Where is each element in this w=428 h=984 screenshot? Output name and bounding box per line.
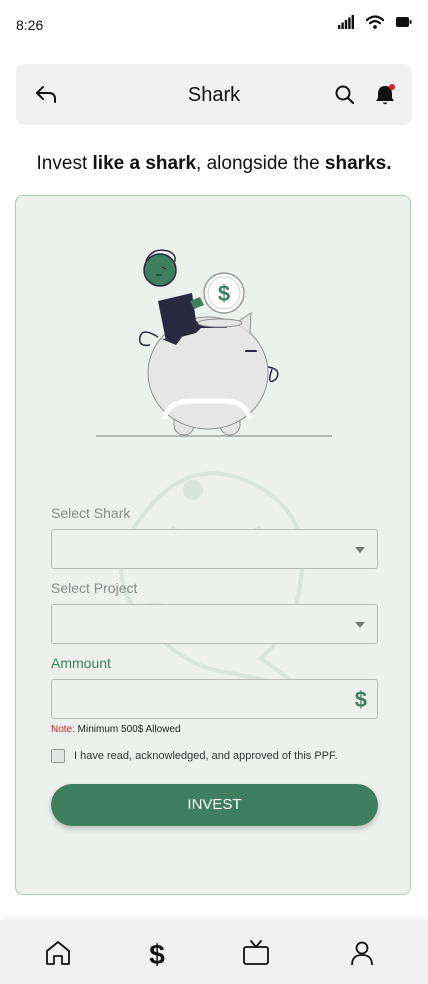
svg-text:$: $: [218, 281, 230, 306]
select-project-dropdown[interactable]: [51, 604, 378, 644]
agreement-row[interactable]: I have read, acknowledged, and approved …: [51, 747, 338, 765]
select-shark-label: Select Shark: [51, 505, 131, 521]
invest-button[interactable]: INVEST: [51, 784, 378, 826]
battery-icon: [396, 17, 412, 27]
agreement-text: I have read, acknowledged, and approved …: [74, 750, 338, 762]
status-time: 8:26: [16, 17, 44, 33]
select-project-label: Select Project: [51, 580, 138, 596]
nav-home[interactable]: [43, 938, 73, 968]
investor-piggy-bank-illustration: $: [96, 249, 332, 437]
dollar-icon: $: [149, 939, 165, 970]
search-icon: [335, 85, 354, 104]
minimum-note: Note: Minimum 500$ Allowed: [51, 724, 181, 735]
nav-invest[interactable]: $: [142, 938, 172, 970]
tagline-part-3: , alongside the: [196, 153, 325, 174]
invest-card: $ Select Shark Select Project Ammount $ …: [15, 195, 411, 895]
amount-label: Ammount: [51, 655, 111, 671]
profile-icon: [351, 941, 373, 966]
bell-icon: [376, 84, 395, 105]
amount-input[interactable]: [52, 680, 356, 718]
tagline-emphasis-2: sharks.: [324, 153, 392, 174]
nav-profile[interactable]: [347, 938, 377, 968]
status-bar: 8:26: [0, 0, 428, 50]
note-tag: Note:: [51, 724, 75, 735]
agreement-checkbox[interactable]: [51, 749, 65, 763]
wifi-icon: [366, 15, 384, 29]
search-button[interactable]: [334, 84, 356, 106]
bottom-navigation: $: [0, 920, 428, 984]
note-text: Minimum 500$ Allowed: [74, 724, 181, 735]
chevron-down-icon: [355, 622, 365, 628]
tv-icon: [243, 940, 269, 965]
nav-tv[interactable]: [241, 938, 271, 968]
status-icons: [338, 15, 412, 29]
select-shark-dropdown[interactable]: [51, 529, 378, 569]
signal-icon: [338, 15, 354, 29]
app-header: Shark: [16, 64, 412, 125]
amount-field[interactable]: $: [51, 679, 378, 719]
chevron-down-icon: [355, 547, 365, 553]
home-icon: [46, 941, 70, 965]
tagline-part-1: Invest: [36, 153, 93, 174]
notifications-button[interactable]: [373, 83, 397, 107]
svg-text:$: $: [149, 939, 165, 968]
notification-dot: [389, 84, 395, 90]
dollar-icon: $: [354, 687, 367, 712]
tagline: Invest like a shark, alongside the shark…: [0, 153, 428, 175]
tagline-emphasis-1: like a shark: [92, 153, 197, 174]
